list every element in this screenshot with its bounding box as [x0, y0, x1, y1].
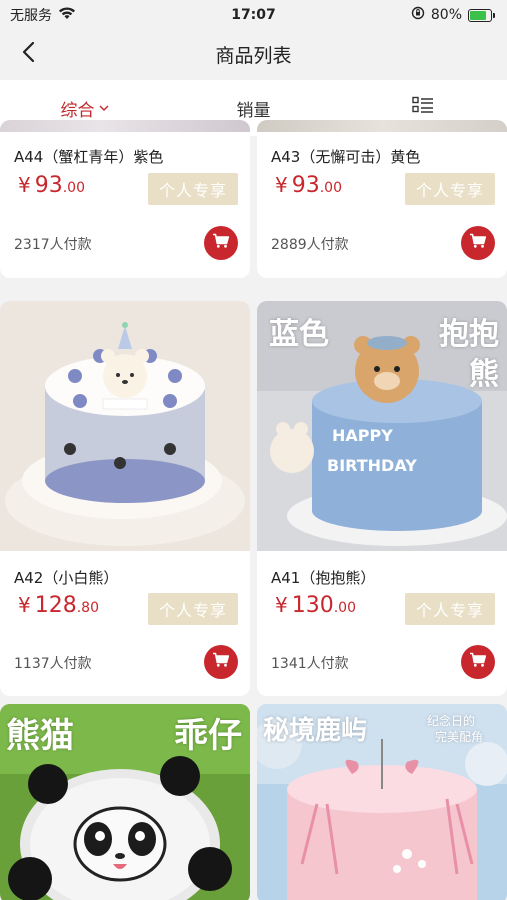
nav-bar: 商品列表 [0, 30, 507, 78]
cart-icon [212, 233, 230, 253]
tab-sales-label: 销量 [236, 100, 271, 121]
add-to-cart-button[interactable] [204, 226, 238, 260]
paid-count: 2317人付款 [14, 237, 92, 253]
image-overlay-caption: 纪念日的 [427, 714, 476, 728]
cart-icon [469, 652, 487, 672]
carrier-label: 无服务 [10, 8, 52, 24]
chevron-down-icon [99, 102, 109, 115]
image-overlay-text: 熊 [469, 357, 499, 392]
product-price: ¥93.00 [18, 173, 85, 198]
status-right: 80% [411, 6, 495, 24]
svg-text:BIRTHDAY: BIRTHDAY [327, 456, 417, 475]
product-price: ¥93.00 [275, 173, 342, 198]
paid-count: 2889人付款 [271, 237, 349, 253]
exclusive-tag-button[interactable]: 个人专享 [148, 173, 238, 205]
product-card[interactable]: A42（小白熊） ¥128.80 个人专享 1137人付款 [0, 301, 250, 696]
exclusive-tag-button[interactable]: 个人专享 [405, 593, 495, 625]
page-title: 商品列表 [215, 44, 292, 67]
battery-icon [468, 8, 495, 22]
battery-percent: 80% [430, 7, 462, 23]
cart-icon [212, 652, 230, 672]
product-name: A43（无懈可击）黄色 [271, 148, 421, 166]
image-overlay-caption: 完美配角 [435, 730, 484, 744]
add-to-cart-button[interactable] [461, 226, 495, 260]
product-image: HAPPY BIRTHDAY 蓝色 抱抱 熊 [257, 301, 507, 551]
tab-comprehensive-label: 综合 [60, 100, 95, 121]
image-overlay-text: 秘境鹿屿 [263, 716, 368, 746]
product-image-remnant [257, 120, 507, 132]
product-card[interactable]: A43（无懈可击）黄色 ¥93.00 个人专享 2889人付款 [257, 120, 507, 278]
product-price: ¥130.00 [275, 593, 356, 618]
product-image [0, 301, 250, 551]
image-overlay-text: 乖仔 [174, 716, 242, 756]
add-to-cart-button[interactable] [461, 645, 495, 679]
product-name: A44（蟹杠青年）紫色 [14, 148, 164, 166]
paid-count: 1341人付款 [271, 656, 349, 672]
exclusive-tag-button[interactable]: 个人专享 [148, 593, 238, 625]
exclusive-tag-button[interactable]: 个人专享 [405, 173, 495, 205]
product-card[interactable]: 秘境鹿屿 纪念日的 完美配角 [257, 704, 507, 900]
svg-text:HAPPY: HAPPY [332, 426, 393, 445]
image-overlay-text: 蓝色 [269, 317, 329, 352]
product-price: ¥128.80 [18, 593, 99, 618]
product-name: A42（小白熊） [14, 569, 119, 587]
product-card[interactable]: A44（蟹杠青年）紫色 ¥93.00 个人专享 2317人付款 [0, 120, 250, 278]
paid-count: 1137人付款 [14, 656, 92, 672]
status-bar: 无服务 17:07 80% [0, 0, 507, 30]
image-overlay-text: 抱抱 [439, 317, 499, 352]
status-left: 无服务 [10, 5, 76, 25]
orientation-lock-icon [411, 6, 425, 24]
product-name: A41（抱抱熊） [271, 569, 376, 587]
back-button[interactable] [10, 36, 46, 72]
add-to-cart-button[interactable] [204, 645, 238, 679]
chevron-left-icon [21, 41, 35, 67]
wifi-icon [58, 6, 76, 24]
product-image-remnant [0, 120, 250, 132]
product-card[interactable]: 熊猫 乖仔 [0, 704, 250, 900]
product-card[interactable]: HAPPY BIRTHDAY 蓝色 抱抱 熊 A41（抱抱熊） ¥130.00 … [257, 301, 507, 696]
cart-icon [469, 233, 487, 253]
product-image: 熊猫 乖仔 [0, 704, 250, 900]
product-image: 秘境鹿屿 纪念日的 完美配角 [257, 704, 507, 900]
product-list-page: 无服务 17:07 80% 商品列表 综合 销量 A44（蟹杠青年）紫色 ¥ 9… [0, 0, 507, 900]
image-overlay-text: 熊猫 [6, 716, 74, 756]
list-view-icon [411, 96, 434, 121]
